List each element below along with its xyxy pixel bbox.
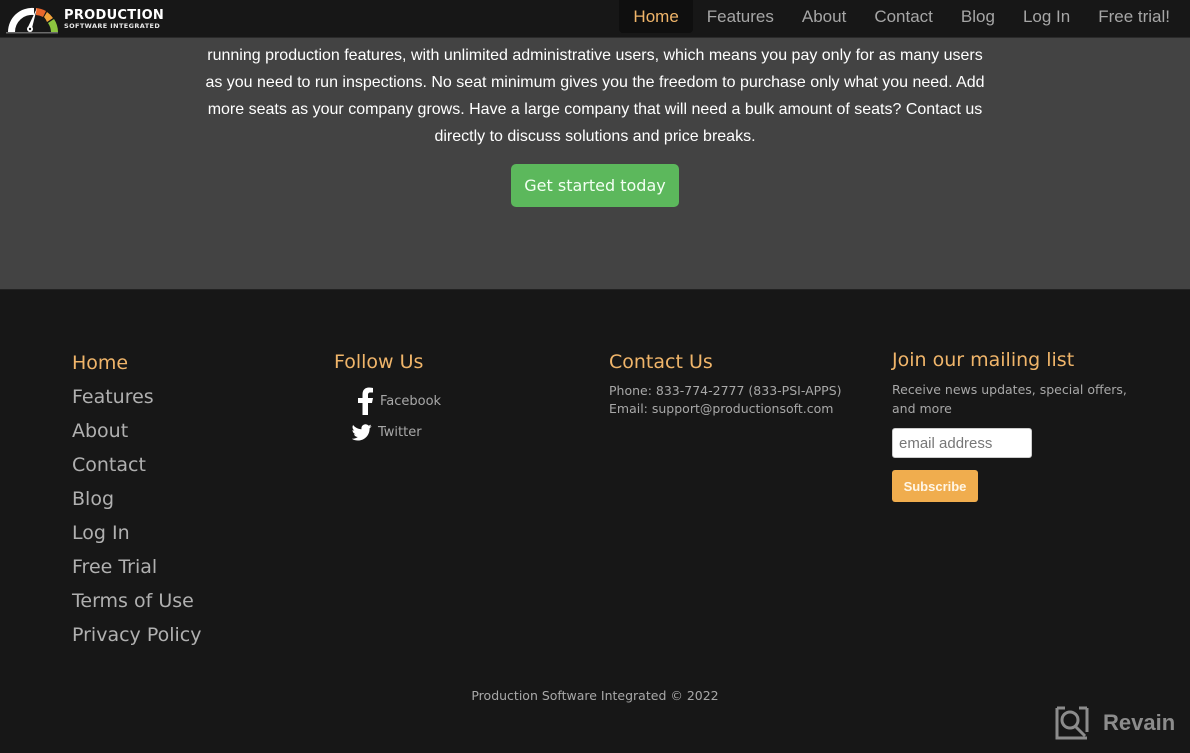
twitter-link[interactable]: Twitter [352,421,441,443]
twitter-label: Twitter [378,424,422,440]
footer-link-terms-of-use[interactable]: Terms of Use [72,584,201,618]
get-started-button[interactable]: Get started today [511,164,679,207]
nav-contact[interactable]: Contact [860,0,947,33]
nav-about[interactable]: About [788,0,860,33]
speedometer-gauge-icon [6,7,58,34]
mailing-list-section: Join our mailing list Receive news updat… [892,348,1132,502]
main-nav: Home Features About Contact Blog Log In … [619,0,1184,33]
footer-link-blog[interactable]: Blog [72,482,201,516]
revain-watermark: Revain [1055,706,1175,740]
nav-free-trial[interactable]: Free trial! [1084,0,1184,33]
mailing-list-heading: Join our mailing list [892,349,1075,371]
footer-link-about[interactable]: About [72,414,201,448]
footer-link-features[interactable]: Features [72,380,201,414]
logo-title: PRODUCTION [64,7,165,23]
contact-us-heading: Contact Us [609,351,713,373]
email-address-input[interactable] [892,428,1032,458]
site-logo[interactable]: PRODUCTION SOFTWARE INTEGRATED [4,3,164,35]
nav-log-in[interactable]: Log In [1009,0,1084,33]
footer-link-log-in[interactable]: Log In [72,516,201,550]
contact-phone[interactable]: Phone: 833-774-2777 (833-PSI-APPS) [609,382,842,400]
revain-label: Revain [1103,710,1176,735]
contact-email[interactable]: Email: support@productionsoft.com [609,400,842,418]
nav-home[interactable]: Home [619,0,693,33]
facebook-icon [358,387,373,415]
follow-us-heading: Follow Us [334,351,424,373]
footer-nav: Home Features About Contact Blog Log In … [72,346,201,652]
footer-link-contact[interactable]: Contact [72,448,201,482]
site-footer: Home Features About Contact Blog Log In … [0,289,1190,753]
pricing-description: running production features, with unlimi… [205,47,985,145]
top-navbar: PRODUCTION SOFTWARE INTEGRATED Home Feat… [0,0,1190,38]
facebook-link[interactable]: Facebook [356,387,441,415]
logo-subtitle: SOFTWARE INTEGRATED [64,21,161,30]
footer-link-free-trial[interactable]: Free Trial [72,550,201,584]
copyright-text: Production Software Integrated © 2022 [471,688,719,703]
subscribe-button[interactable]: Subscribe [892,470,978,502]
twitter-icon [352,423,372,440]
nav-features[interactable]: Features [693,0,788,33]
facebook-label: Facebook [380,393,442,409]
revain-logo-icon [1055,706,1089,740]
footer-link-home[interactable]: Home [72,346,201,380]
footer-link-privacy-policy[interactable]: Privacy Policy [72,618,201,652]
nav-blog[interactable]: Blog [947,0,1009,33]
contact-us-section: Contact Us Phone: 833-774-2777 (833-PSI-… [609,350,842,418]
mailing-list-description: Receive news updates, special offers, an… [892,382,1127,416]
pricing-section: running production features, with unlimi… [0,38,1190,289]
follow-us-section: Follow Us Facebook Twitter [334,350,441,443]
